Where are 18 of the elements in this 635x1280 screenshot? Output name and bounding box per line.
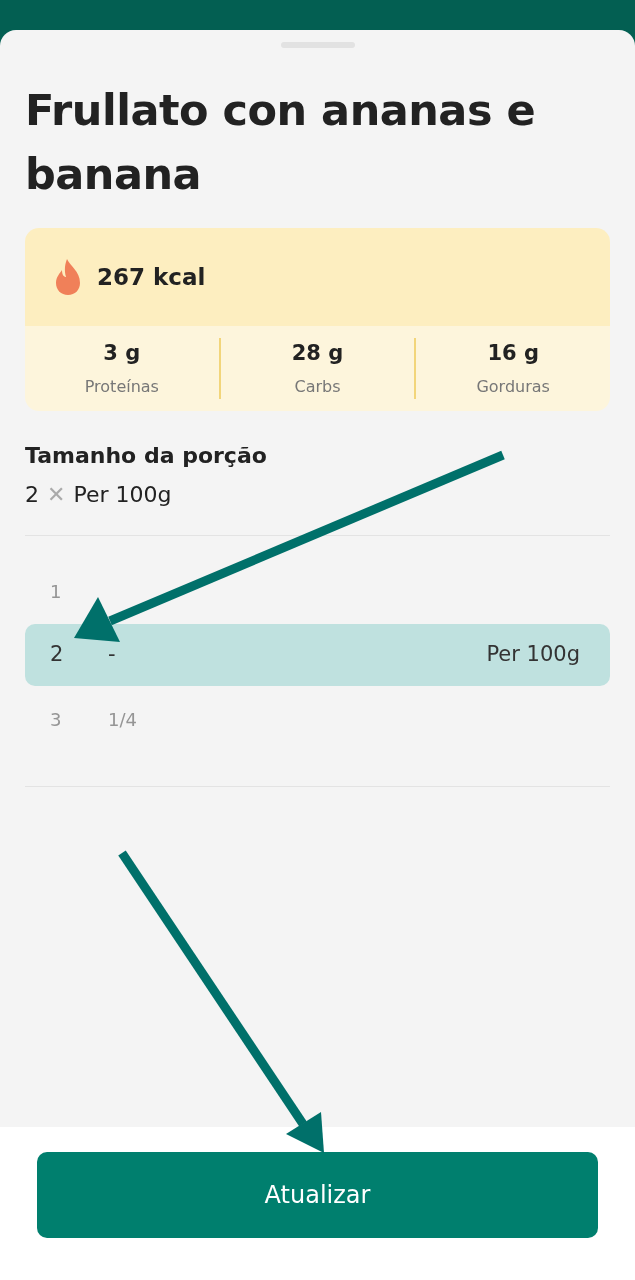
picker-unit[interactable]: Per 100g	[486, 639, 580, 671]
macro-value: 28 g	[290, 339, 345, 367]
update-button[interactable]: Atualizar	[37, 1152, 598, 1238]
picker-amount[interactable]: 2	[50, 639, 108, 671]
picker-fraction[interactable]: -	[108, 639, 116, 671]
macro-label: Gorduras	[475, 376, 551, 399]
calorie-value: 267 kcal	[97, 262, 206, 292]
section-heading: Tamanho da porção	[25, 442, 268, 470]
macro-label: Carbs	[293, 376, 342, 399]
serving-amount: 2	[25, 481, 39, 509]
macro-value: 3 g	[102, 339, 142, 367]
picker-row[interactable]: 2 - Per 100g	[25, 624, 610, 686]
serving-unit: Per 100g	[73, 481, 172, 509]
macro-value: 16 g	[486, 339, 540, 367]
times-sign: ✕	[47, 481, 66, 509]
macro-label: Proteínas	[83, 376, 160, 399]
recipe-title: Frullato con ananas e banana	[25, 84, 537, 201]
flame-icon	[53, 258, 83, 296]
